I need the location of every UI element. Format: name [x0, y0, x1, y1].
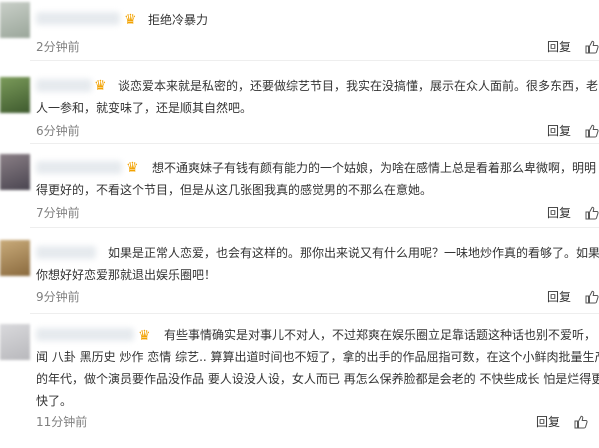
reply-button[interactable]: 回复: [547, 290, 571, 304]
comment-time: 7分钟前: [36, 206, 80, 220]
thumbs-up-icon[interactable]: [574, 415, 588, 429]
avatar[interactable]: [0, 2, 30, 38]
reply-button[interactable]: 回复: [547, 124, 571, 138]
comment-item: ♛ 拒绝冷暴力 2分钟前 回复: [0, 0, 599, 58]
comment-item: ♛ 有些事情确实是对事儿不对人，不过郑爽在娱乐圈立足靠话题这种话也别不爱听，闻 …: [0, 314, 599, 448]
reply-button[interactable]: 回复: [547, 40, 571, 54]
comment-time: 2分钟前: [36, 40, 80, 54]
comment-time: 6分钟前: [36, 124, 80, 138]
comment-text: 拒绝冷暴力: [148, 13, 209, 27]
thumbs-up-icon[interactable]: [585, 290, 599, 304]
comment-item: ♛ 想不通爽妹子有钱有颜有能力的一个姑娘，为啥在感情上总是看着那么卑微啊，明明得…: [0, 144, 599, 226]
thumbs-up-icon[interactable]: [585, 40, 599, 54]
avatar[interactable]: [0, 240, 30, 276]
reply-button[interactable]: 回复: [547, 206, 571, 220]
thumbs-up-icon[interactable]: [585, 124, 599, 138]
comment-text: 谈恋爱本来就是私密的，还要做综艺节目，我实在没搞懂，展示在众人面前。很多东西，老…: [36, 79, 599, 115]
crown-icon: ♛: [124, 12, 137, 28]
comment-time: 11分钟前: [36, 415, 88, 429]
avatar[interactable]: [0, 324, 30, 360]
comment-text: 想不通爽妹子有钱有颜有能力的一个姑娘，为啥在感情上总是看着那么卑微啊，明明 得更好…: [36, 161, 597, 197]
avatar[interactable]: [0, 77, 30, 113]
comment-time: 9分钟前: [36, 290, 80, 304]
reply-button[interactable]: 回复: [536, 415, 560, 429]
comment-item: 如果是正常人恋爱，也会有这样的。那你出来说又有什么用呢？一味地炒作真的看够了。如…: [0, 228, 599, 312]
comment-text: 如果是正常人恋爱，也会有这样的。那你出来说又有什么用呢？一味地炒作真的看够了。如…: [36, 246, 599, 282]
thumbs-up-icon[interactable]: [585, 206, 599, 220]
comment-item: ♛ 谈恋爱本来就是私密的，还要做综艺节目，我实在没搞懂，展示在众人面前。很多东西…: [0, 61, 599, 141]
comment-text: 有些事情确实是对事儿不对人，不过郑爽在娱乐圈立足靠话题这种话也别不爱听，闻 八卦…: [36, 328, 599, 408]
avatar[interactable]: [0, 154, 30, 190]
username-blurred[interactable]: [36, 12, 120, 25]
